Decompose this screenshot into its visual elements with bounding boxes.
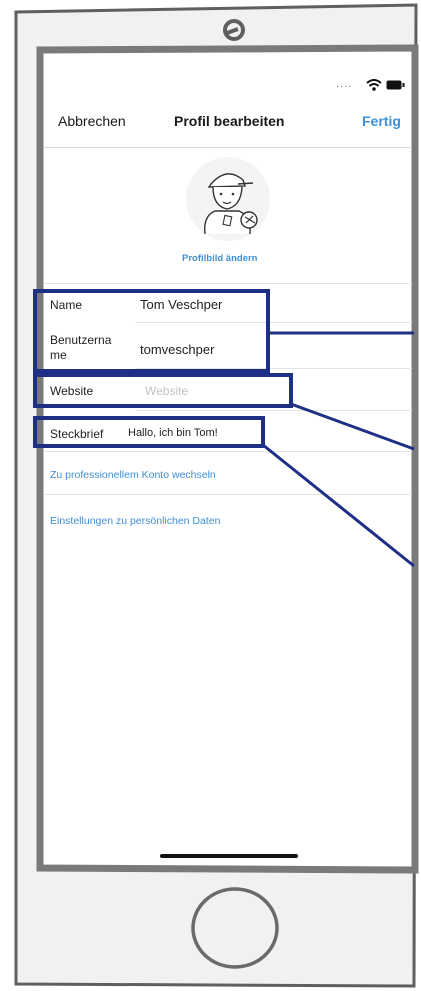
- username-label-line2: me: [50, 348, 67, 362]
- username-field[interactable]: tomveschper: [140, 342, 214, 357]
- avatar-divider: [44, 283, 412, 284]
- name-field[interactable]: Tom Veschper: [140, 297, 222, 312]
- row-divider: [135, 368, 412, 369]
- row-divider: [135, 322, 412, 323]
- personal-data-link[interactable]: Einstellungen zu persönlichen Daten: [50, 515, 220, 527]
- battery-icon: [386, 80, 405, 90]
- signal-dots: ....: [336, 78, 353, 90]
- row-divider: [44, 451, 412, 452]
- switch-professional-link[interactable]: Zu professionellem Konto wechseln: [50, 469, 216, 481]
- done-button[interactable]: Fertig: [362, 113, 401, 129]
- bio-field[interactable]: Hallo, ich bin Tom!: [128, 427, 218, 439]
- phone-frame: [14, 3, 419, 988]
- home-indicator: [160, 854, 298, 858]
- nav-divider: [44, 147, 412, 148]
- website-field[interactable]: Website: [145, 384, 188, 398]
- name-label: Name: [50, 298, 83, 312]
- bio-label: Steckbrief: [50, 427, 104, 441]
- page-title: Profil bearbeiten: [174, 113, 285, 129]
- wifi-icon: [366, 79, 382, 91]
- cancel-button[interactable]: Abbrechen: [58, 113, 126, 129]
- avatar[interactable]: [183, 154, 273, 244]
- username-label-line1: Benutzerna: [50, 333, 112, 347]
- row-divider: [135, 410, 412, 411]
- website-label: Website: [50, 384, 94, 398]
- row-divider: [44, 494, 412, 495]
- status-bar: ....: [330, 78, 410, 96]
- change-photo-link[interactable]: Profilbild ändern: [182, 253, 257, 264]
- navigation-bar: Abbrechen Profil bearbeiten Fertig: [44, 100, 412, 146]
